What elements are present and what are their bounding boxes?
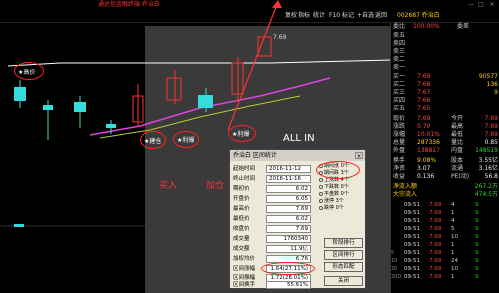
option-row[interactable]: 下跌数 0个 [319,184,363,191]
candle [257,36,272,57]
sell-level-3: 卖三 [393,48,406,55]
range-stats-dialog: 乔治白 区间统计 × 起始时间 2016-11-12 终止时间 2016-11-16… [229,149,366,289]
fund-flow-net: 净流入额 267.2万 [393,183,498,190]
annotation-oval-options [316,161,360,179]
stat-field-row: 期初价 6.02 [233,184,311,194]
annotation-enter: ★建仓 [144,138,162,145]
tick-row: 5 09:51 7.69 1 S [391,250,479,256]
stage-rank-button[interactable]: 阶段排行 [324,238,363,248]
tick-row: 09:51 7.69 10 S [404,234,479,240]
ma-line-yellow [7,59,392,67]
end-time-field[interactable]: 2016-11-16 [266,175,311,183]
range-rank-button[interactable]: 区间排行 [324,250,363,260]
option-row[interactable]: 跌停 0个 [319,205,363,212]
stock-code-name: 002687 乔治白 [397,12,440,19]
tick-row: 10 09:51 7.69 24 S [391,258,479,264]
annotation-lock2: ★利爆 [232,131,250,138]
tick-row: 09:51 7.69 4 S [404,202,479,208]
stat-row: 净资 3.07 流通 3.16亿 [393,165,498,172]
all-in-arrow [227,1,279,131]
dialog-close-icon[interactable]: × [355,152,363,160]
annotation-add: 加仓 [206,181,225,191]
annotation-high: ★高价 [18,69,36,76]
stat-field-row: 开盘价 6.05 [233,194,311,204]
pattern-match-button[interactable]: 形态匹配 [324,262,363,272]
buy-level-2: 买二 7.68 136 [393,81,498,88]
sell-level-4: 卖四 [393,40,406,47]
candle [166,77,182,101]
sell-level-1: 卖一 [393,64,406,71]
stat-field-row: 成交量 1760340 [233,234,311,244]
stat-row: 总量 287336 量比 0.85 [393,139,498,146]
annotation-buy: 买入 [159,181,178,191]
annotation-oval-gain [261,262,315,275]
price-mark: 7.69 [273,34,287,41]
tick-row: 20 09:51 7.69 10 S [391,266,479,272]
stat-field-row: 最低价 6.02 [233,214,311,224]
start-time-field[interactable]: 2016-11-12 [266,165,311,173]
buy-level-1: 买一 7.69 90577 [393,73,498,80]
tick-row: 09:51 7.69 1 S [404,210,479,216]
minimize-icon[interactable]: — [467,1,475,8]
buy-level-3: 买三 7.67 9 [393,89,498,96]
stat-row: 涨跌 0.70 最高 7.69 [393,123,498,130]
buy-level-5: 买五 7.65 [393,105,431,112]
tick-row: 20D 09:51 7.69 1 S [391,274,479,280]
stat-row: 外盘 138817 内盘 148519 [393,147,498,154]
dialog-title: 乔治白 区间统计 [230,150,365,161]
candle [14,87,26,101]
candle [106,124,116,128]
stat-row: 现价 7.69 今开 7.69 [393,115,498,122]
end-time-row: 终止时间 2016-11-16 [233,174,311,184]
stat-field-row: 收盘价 7.69 [233,224,311,234]
candle [198,95,213,108]
quote-panel: 委比 100.00% 委差 卖五 卖四 卖三 卖二 卖一 买一 7.69 90577… [390,23,499,293]
weibi-row: 委比 100.00% 委差 [393,23,470,30]
stat-field-row: 区间换手 55.61% [233,281,311,289]
fund-flow-block: 大宗流入 474.5万 [393,191,498,198]
buy-level-4: 买四 7.66 [393,97,431,104]
maximize-icon[interactable]: □ [477,1,485,8]
candle [74,102,86,112]
close-button[interactable]: 关闭 [324,276,363,286]
option-row[interactable]: 平盘数 0个 [319,191,363,198]
annotation-all-in: ALL IN [283,133,315,144]
tick-row: 09:51 7.69 1 S [404,242,479,248]
annotation-lock1: ★利爆 [177,137,195,144]
start-time-row: 起始时间 2016-11-12 [233,164,311,174]
sell-level-5: 卖五 [393,32,406,39]
candle [43,105,53,110]
tick-row: 09:51 7.69 4 S [404,218,479,224]
stat-field-row: 成交额 11.9亿 [233,244,311,254]
tick-row: 09:51 7.69 5 S [404,226,479,232]
stat-field-row: 最高价 7.69 [233,204,311,214]
sell-level-2: 卖二 [393,56,406,63]
stat-row: 收益 0.136 PE(动) 56.8 [393,173,498,180]
option-row[interactable]: 涨停 3个 [319,198,363,205]
stat-row: 涨幅 10.01% 最低 7.69 [393,131,498,138]
stat-row: 换手 9.08% 股本 3.55亿 [393,157,498,164]
close-icon[interactable]: × [488,1,496,8]
